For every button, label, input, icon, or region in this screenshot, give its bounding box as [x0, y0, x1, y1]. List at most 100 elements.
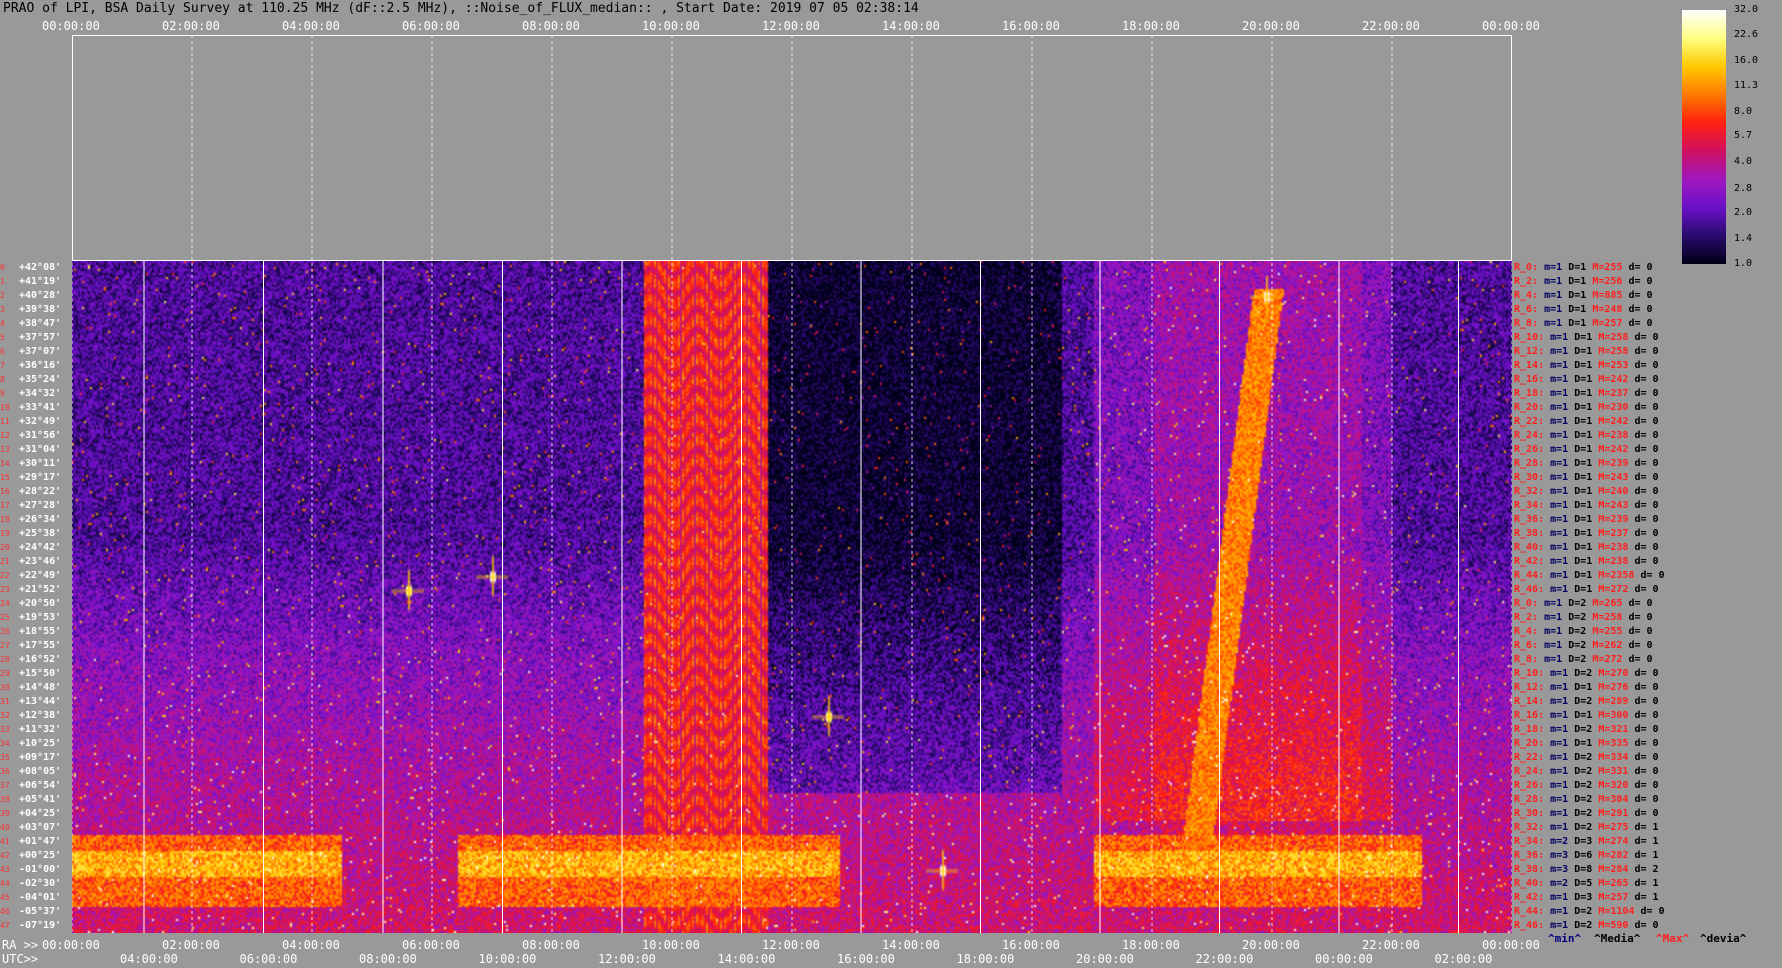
row-stat-M: M=265 — [1598, 878, 1629, 889]
row-stat-M: M=321 — [1598, 724, 1629, 735]
top-tick-label: 12:00:00 — [762, 19, 820, 33]
row-stat-D: D=2 — [1568, 626, 1587, 637]
row-stat-r: R_6: — [1514, 640, 1539, 651]
row-stat-r: R_14: — [1514, 696, 1545, 707]
row-stat-m: m=1 — [1550, 486, 1569, 497]
row-stat-D: D=1 — [1574, 570, 1593, 581]
row-stat-D: D=1 — [1574, 556, 1593, 567]
row-stat-m: m=1 — [1550, 682, 1569, 693]
upper-frame — [72, 35, 1512, 261]
row-stat-M: M=265 — [1592, 598, 1623, 609]
row-stat-m: m=1 — [1550, 570, 1569, 581]
row-index: 1 — [0, 277, 5, 286]
top-tick-label: 22:00:00 — [1362, 19, 1420, 33]
row-stat-D: D=3 — [1574, 892, 1593, 903]
row-stat-d: d= 0 — [1634, 374, 1659, 385]
row-stat-D: D=1 — [1574, 528, 1593, 539]
ra-tick-label: 18:00:00 — [1122, 938, 1180, 952]
row-stat: R_26: m=1 D=2 M=320 d= 0 — [1514, 780, 1659, 791]
row-index: 12 — [0, 431, 10, 440]
row-index: 32 — [0, 711, 10, 720]
row-stat: R_46: m=1 D=2 M=590 d= 0 — [1514, 920, 1659, 931]
row-stat-D: D=2 — [1568, 598, 1587, 609]
declination-label: +22°49' — [19, 570, 62, 581]
row-stat-m: m=1 — [1550, 696, 1569, 707]
row-stat: R_24: m=1 D=1 M=238 d= 0 — [1514, 430, 1659, 441]
row-stat-m: m=1 — [1550, 710, 1569, 721]
declination-label: +39°38' — [19, 304, 62, 315]
row-index: 17 — [0, 501, 10, 510]
colorbar-tick: 32.0 — [1734, 4, 1759, 15]
row-stat-M: M=282 — [1598, 850, 1629, 861]
row-stat-M: M=255 — [1592, 262, 1623, 273]
row-stat-D: D=1 — [1568, 276, 1587, 287]
row-stat-M: M=256 — [1592, 276, 1623, 287]
row-stat-r: R_32: — [1514, 822, 1545, 833]
row-stat-d: d= 0 — [1634, 542, 1659, 553]
utc-axis-label: UTC>> — [2, 952, 39, 966]
row-stat-M: M=334 — [1598, 752, 1629, 763]
declination-label: +06°54' — [19, 780, 62, 791]
utc-tick-label: 06:00:00 — [239, 952, 298, 966]
row-stat-D: D=1 — [1574, 416, 1593, 427]
declination-label: +27°28' — [19, 500, 62, 511]
row-stat-d: d= 0 — [1634, 472, 1659, 483]
row-stat-m: m=1 — [1544, 290, 1563, 301]
row-index: 29 — [0, 669, 10, 678]
row-stat-d: d= 0 — [1634, 360, 1659, 371]
row-stat-D: D=2 — [1574, 752, 1593, 763]
row-stat-M: M=304 — [1598, 794, 1629, 805]
row-stat-M: M=258 — [1598, 346, 1629, 357]
declination-label: +30°11' — [19, 458, 62, 469]
row-stat-D: D=1 — [1574, 388, 1593, 399]
row-stat-r: R_20: — [1514, 402, 1545, 413]
chart-title: PRAO of LPI, BSA Daily Survey at 110.25 … — [3, 1, 919, 16]
row-stat-D: D=2 — [1574, 920, 1593, 931]
row-stat-m: m=1 — [1550, 360, 1569, 371]
row-index: 45 — [0, 893, 10, 902]
row-stat-d: d= 0 — [1634, 388, 1659, 399]
row-index: 47 — [0, 921, 10, 930]
row-stat-m: m=1 — [1550, 752, 1569, 763]
row-stat-m: m=1 — [1544, 612, 1563, 623]
row-stat: R_44: m=1 D=1 M=2358 d= 0 — [1514, 570, 1665, 581]
top-tick-label: 16:00:00 — [1002, 19, 1060, 33]
row-stat-M: M=270 — [1598, 668, 1629, 679]
declination-label: +13°44' — [19, 696, 62, 707]
declination-label: -07°19' — [19, 920, 62, 931]
row-stat-m: m=1 — [1550, 402, 1569, 413]
row-index: 44 — [0, 879, 10, 888]
row-stat-m: m=2 — [1550, 878, 1569, 889]
row-stat-M: M=335 — [1598, 738, 1629, 749]
row-stat: R_2: m=1 D=1 M=256 d= 0 — [1514, 276, 1653, 287]
ra-tick-label: 06:00:00 — [402, 938, 460, 952]
row-stat-M: M=1104 — [1598, 906, 1635, 917]
row-stat-M: M=248 — [1592, 304, 1623, 315]
row-stat-d: d= 0 — [1634, 738, 1659, 749]
row-stat-M: M=274 — [1598, 836, 1629, 847]
row-stat-M: M=238 — [1598, 542, 1629, 553]
row-stat-d: d= 0 — [1634, 584, 1659, 595]
row-stat-r: R_36: — [1514, 514, 1545, 525]
row-stat-d: d= 0 — [1640, 570, 1665, 581]
row-stat-d: d= 0 — [1628, 262, 1653, 273]
row-stat-m: m=1 — [1550, 808, 1569, 819]
row-stat-m: m=1 — [1550, 920, 1569, 931]
legend-deviation: ^devia^ — [1700, 932, 1747, 945]
row-stat-m: m=1 — [1544, 626, 1563, 637]
row-stat-m: m=1 — [1544, 654, 1563, 665]
row-stat-r: R_22: — [1514, 416, 1545, 427]
row-stat: R_18: m=1 D=2 M=321 d= 0 — [1514, 724, 1659, 735]
row-stat-M: M=289 — [1598, 696, 1629, 707]
top-tick-label: 14:00:00 — [882, 19, 940, 33]
row-stat-D: D=2 — [1574, 724, 1593, 735]
row-stat-m: m=1 — [1550, 374, 1569, 385]
row-stat-d: d= 0 — [1634, 808, 1659, 819]
row-index: 26 — [0, 627, 10, 636]
row-stat-d: d= 0 — [1628, 612, 1653, 623]
row-stat-D: D=2 — [1574, 808, 1593, 819]
row-index: 22 — [0, 571, 10, 580]
declination-label: +37°57' — [19, 332, 62, 343]
row-stat-d: d= 0 — [1634, 430, 1659, 441]
row-stat-d: d= 1 — [1634, 878, 1659, 889]
